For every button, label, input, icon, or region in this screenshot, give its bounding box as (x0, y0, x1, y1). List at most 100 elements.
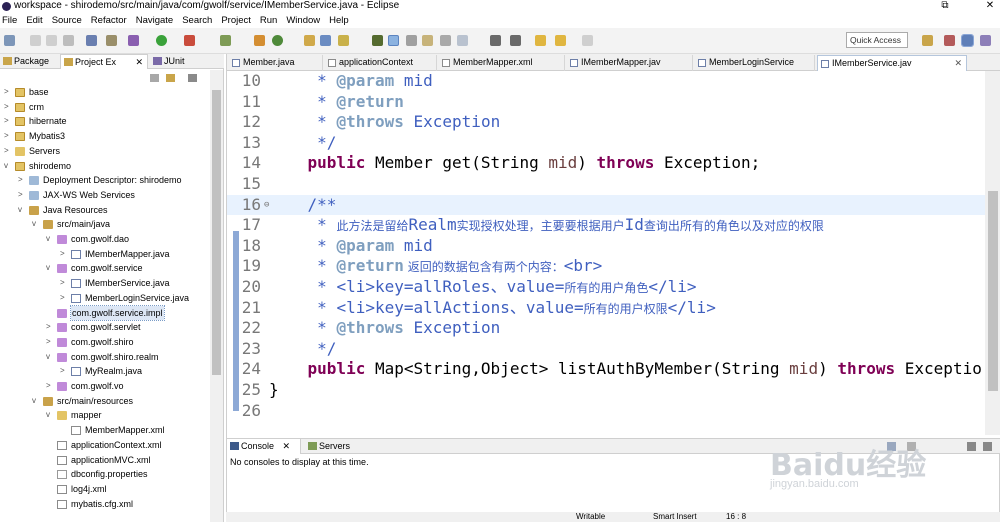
collapsed-arrow-icon[interactable]: > (18, 188, 26, 202)
editor-tab[interactable]: MemberLoginService (695, 55, 815, 71)
collapsed-arrow-icon[interactable]: > (46, 320, 54, 334)
menu-source[interactable]: Source (52, 15, 82, 26)
menu-file[interactable]: File (2, 15, 17, 26)
collapsed-arrow-icon[interactable]: > (4, 100, 12, 114)
collapsed-arrow-icon[interactable]: > (4, 85, 12, 99)
debug-icon[interactable] (128, 35, 139, 46)
menu-window[interactable]: Window (286, 15, 320, 26)
menu-navigate[interactable]: Navigate (136, 15, 174, 26)
java-ee-perspective-icon[interactable] (944, 35, 955, 46)
collapsed-arrow-icon[interactable]: > (4, 144, 12, 158)
collapse-all-icon[interactable] (150, 74, 159, 82)
collapsed-arrow-icon[interactable]: > (4, 114, 12, 128)
menu-project[interactable]: Project (221, 15, 251, 26)
code-line[interactable]: 15 (227, 174, 985, 195)
collapsed-arrow-icon[interactable]: > (60, 364, 68, 378)
scroll-thumb[interactable] (988, 191, 998, 391)
back-icon[interactable] (555, 35, 566, 46)
server-icon[interactable] (220, 35, 231, 46)
close-tab-icon[interactable]: ✕ (282, 439, 290, 454)
code-line[interactable]: 23 */ (227, 339, 985, 360)
editor-tab[interactable]: IMemberMapper.jav (567, 55, 693, 71)
code-line[interactable]: 11 * @return (227, 92, 985, 113)
pin-editor-icon[interactable] (440, 35, 451, 46)
menu-run[interactable]: Run (260, 15, 277, 26)
code-line[interactable]: 20 * <li>key=allRoles、value=所有的用户角色</li> (227, 277, 985, 298)
collapsed-arrow-icon[interactable]: > (46, 335, 54, 349)
code-line[interactable]: 16 ⊖ /** (227, 194, 985, 216)
search-icon[interactable] (338, 35, 349, 46)
tab-junit[interactable]: JUnit (150, 54, 194, 69)
tab-console[interactable]: Console ✕ (227, 439, 301, 454)
open-task-icon[interactable] (320, 35, 331, 46)
toggle-highlight-icon[interactable] (388, 35, 399, 46)
run-icon[interactable] (156, 35, 167, 46)
tree-scrollbar[interactable] (210, 70, 223, 522)
print-icon[interactable] (63, 35, 74, 46)
expanded-arrow-icon[interactable]: v (4, 159, 12, 173)
expanded-arrow-icon[interactable]: v (32, 217, 40, 231)
last-edit-location-icon[interactable] (535, 35, 546, 46)
menu-refactor[interactable]: Refactor (91, 15, 127, 26)
link-with-editor-icon[interactable] (166, 74, 175, 82)
code-line[interactable]: 25} (227, 380, 985, 401)
code-line[interactable]: 18 * @param mid (227, 236, 985, 257)
next-annotation-icon[interactable] (490, 35, 501, 46)
terminal-icon[interactable] (86, 35, 97, 46)
editor-tab[interactable]: MemberMapper.xml (439, 55, 565, 71)
open-perspective-icon[interactable] (922, 35, 933, 46)
collapsed-arrow-icon[interactable]: > (60, 291, 68, 305)
tab-servers[interactable]: Servers (305, 439, 365, 454)
restore-window-icon[interactable]: ⧉ (938, 0, 952, 12)
close-tab-icon[interactable]: ✕ (954, 56, 962, 71)
tab-package-explorer[interactable]: Package (0, 54, 58, 69)
block-selection-icon[interactable] (422, 35, 433, 46)
expanded-arrow-icon[interactable]: v (18, 203, 26, 217)
close-tab-icon[interactable]: ✕ (135, 55, 143, 70)
collapsed-arrow-icon[interactable]: > (60, 247, 68, 261)
code-line[interactable]: 24 public Map<String,Object> listAuthByM… (227, 359, 985, 380)
code-line[interactable]: 22 * @throws Exception (227, 318, 985, 339)
code-line[interactable]: 17 * 此方法是留给Realm实现授权处理，主要要根据用户Id查询出所有的角色… (227, 215, 985, 236)
menu-search[interactable]: Search (182, 15, 212, 26)
code-line[interactable]: 21 * <li>key=allActions、value=所有的用户权限</l… (227, 298, 985, 319)
expanded-arrow-icon[interactable]: v (46, 261, 54, 275)
prev-annotation-icon[interactable] (510, 35, 521, 46)
maximize-icon[interactable] (983, 442, 992, 451)
code-line[interactable]: 12 * @throws Exception (227, 112, 985, 133)
code-line[interactable]: 26 (227, 401, 985, 422)
expanded-arrow-icon[interactable]: v (46, 408, 54, 422)
view-menu-icon[interactable] (188, 74, 197, 82)
expanded-arrow-icon[interactable]: v (46, 232, 54, 246)
new-icon[interactable] (4, 35, 15, 46)
save-all-icon[interactable] (46, 35, 57, 46)
save-icon[interactable] (30, 35, 41, 46)
code-line[interactable]: 19 * @return 返回的数据包含有两个内容：<br> (227, 256, 985, 277)
word-wrap-icon[interactable] (457, 35, 468, 46)
collapsed-arrow-icon[interactable]: > (4, 129, 12, 143)
code-line[interactable]: 10 * @param mid (227, 71, 985, 92)
expanded-arrow-icon[interactable]: v (46, 350, 54, 364)
external-tools-icon[interactable] (184, 35, 195, 46)
minimize-icon[interactable] (967, 442, 976, 451)
expanded-arrow-icon[interactable]: v (32, 394, 40, 408)
editor-scrollbar[interactable] (985, 71, 1000, 435)
quick-access-input[interactable]: Quick Access (846, 32, 908, 48)
editor-tab[interactable]: Member.java (229, 55, 323, 71)
code-line[interactable]: 14 public Member get(String mid) throws … (227, 153, 985, 174)
debug-perspective-icon[interactable] (980, 35, 991, 46)
code-area[interactable]: 10 * @param mid 11 * @return 12 * @throws … (227, 71, 985, 435)
skip-breakpoints-icon[interactable] (106, 35, 117, 46)
open-type-icon[interactable] (304, 35, 315, 46)
toggle-mark-occurrences-icon[interactable] (372, 35, 383, 46)
forward-icon[interactable] (582, 35, 593, 46)
collapsed-arrow-icon[interactable]: > (46, 379, 54, 393)
tab-project-explorer[interactable]: Project Ex ✕ (60, 54, 148, 69)
code-line[interactable]: 13 */ (227, 133, 985, 154)
menu-help[interactable]: Help (329, 15, 349, 26)
new-java-project-icon[interactable] (254, 35, 265, 46)
scroll-thumb[interactable] (212, 90, 221, 375)
menu-edit[interactable]: Edit (26, 15, 42, 26)
show-whitespace-icon[interactable] (406, 35, 417, 46)
editor-tab[interactable]: applicationContext (325, 55, 437, 71)
